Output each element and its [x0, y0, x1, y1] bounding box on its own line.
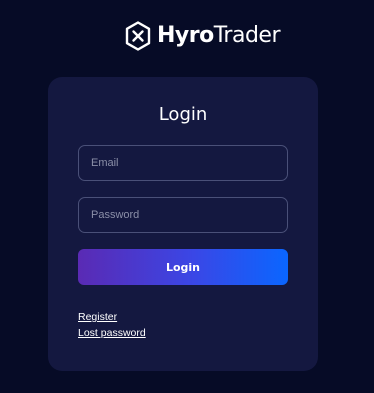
- brand-name: HyroTrader: [157, 23, 281, 48]
- login-button[interactable]: Login: [78, 249, 288, 285]
- brand-name-light: Trader: [213, 23, 281, 48]
- password-field[interactable]: [78, 197, 288, 233]
- email-field[interactable]: [78, 145, 288, 181]
- hexagon-x-logo-icon: [125, 21, 151, 51]
- lost-password-link[interactable]: Lost password: [78, 327, 146, 340]
- brand-logo: HyroTrader: [125, 20, 281, 52]
- register-link[interactable]: Register: [78, 311, 117, 324]
- brand-name-bold: Hyro: [157, 23, 214, 48]
- login-title: Login: [158, 104, 208, 125]
